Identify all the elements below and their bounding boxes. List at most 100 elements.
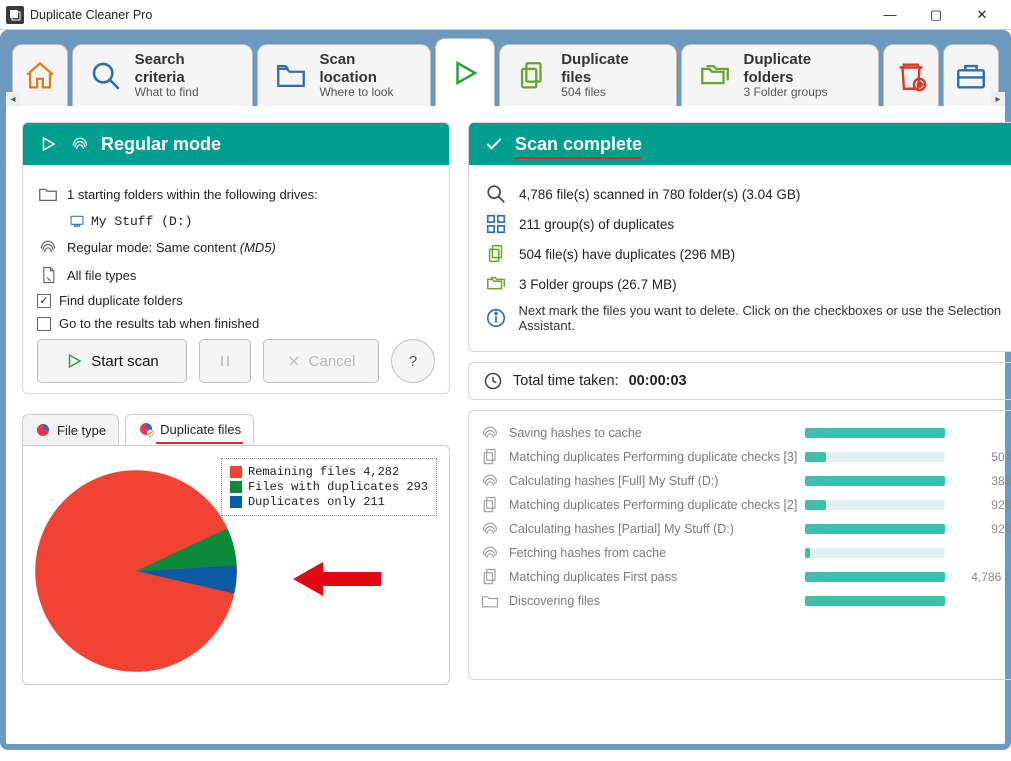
tab-label: Search criteria bbox=[135, 51, 238, 86]
files-icon bbox=[479, 447, 501, 467]
fingerprint-icon bbox=[479, 543, 501, 563]
folder-open-icon bbox=[37, 183, 59, 205]
fingerprint-icon bbox=[479, 519, 501, 539]
trash-icon bbox=[892, 57, 930, 95]
annotation-arrow bbox=[293, 554, 383, 604]
pie-icon bbox=[35, 422, 51, 438]
folders-icon bbox=[483, 273, 509, 295]
chart-legend: Remaining files 4,282 Files with duplica… bbox=[221, 458, 437, 516]
clock-icon bbox=[483, 371, 503, 391]
filetypes-text: All file types bbox=[67, 268, 136, 283]
progress-count: 4,786 / 4,786 bbox=[953, 570, 1011, 584]
fingerprint-icon bbox=[479, 423, 501, 443]
window-maximize-button[interactable]: ▢ bbox=[913, 0, 959, 30]
progress-bar bbox=[805, 524, 945, 534]
folders-icon bbox=[696, 57, 734, 95]
tab-home[interactable] bbox=[12, 44, 68, 106]
progress-label: Calculating hashes [Partial] My Stuff (D… bbox=[509, 522, 797, 536]
app-icon bbox=[6, 6, 24, 24]
progress-count: 928 / 928 bbox=[953, 522, 1011, 536]
progress-label: Matching duplicates Performing duplicate… bbox=[509, 450, 797, 464]
tab-label: Duplicate folders bbox=[744, 51, 864, 86]
cancel-button[interactable]: Cancel bbox=[263, 339, 379, 383]
magnifier-icon bbox=[483, 183, 509, 205]
file-icon bbox=[37, 265, 59, 285]
goto-results-label: Go to the results tab when finished bbox=[59, 316, 259, 331]
start-scan-button[interactable]: Start scan bbox=[37, 339, 187, 383]
progress-row: Fetching hashes from cache0 bbox=[479, 543, 1011, 563]
pie-chart bbox=[31, 466, 241, 676]
check-icon bbox=[483, 133, 505, 155]
progress-bar bbox=[805, 548, 945, 558]
mode-title: Regular mode bbox=[101, 134, 221, 155]
progress-bar bbox=[805, 596, 945, 606]
stat-groups: 211 group(s) of duplicates bbox=[519, 217, 674, 232]
tabstrip-left-arrow[interactable]: ◂ bbox=[6, 92, 20, 106]
drive-path: My Stuff (D:) bbox=[91, 214, 192, 229]
subtab-file-type[interactable]: File type bbox=[22, 414, 119, 445]
briefcase-icon bbox=[952, 57, 990, 95]
drive-icon bbox=[69, 213, 85, 229]
stat-dupfiles: 504 file(s) have duplicates (296 MB) bbox=[519, 247, 735, 262]
stat-hint: Next mark the files you want to delete. … bbox=[518, 303, 1011, 333]
window-minimize-button[interactable]: — bbox=[867, 0, 913, 30]
progress-row: Matching duplicates Performing duplicate… bbox=[479, 447, 1011, 467]
time-value: 00:00:03 bbox=[629, 373, 687, 389]
tab-sublabel: What to find bbox=[135, 86, 238, 100]
progress-row: Matching duplicates First pass 4,786 / 4,… bbox=[479, 567, 1011, 587]
tab-label: Scan location bbox=[319, 51, 416, 86]
tab-scan[interactable] bbox=[435, 38, 495, 106]
help-button[interactable]: ? bbox=[391, 339, 435, 383]
find-dup-folders-checkbox[interactable]: ✓ bbox=[37, 294, 51, 308]
progress-label: Matching duplicates First pass bbox=[509, 570, 797, 584]
grid-icon bbox=[483, 213, 509, 235]
tab-sublabel: 504 files bbox=[561, 86, 662, 100]
fingerprint-icon bbox=[69, 133, 91, 155]
progress-count: 928 / 928 bbox=[953, 498, 1011, 512]
progress-bar bbox=[805, 500, 945, 510]
tab-search-criteria[interactable]: Search criteria What to find bbox=[72, 44, 253, 106]
progress-bar bbox=[805, 572, 945, 582]
fingerprint-icon bbox=[37, 237, 59, 257]
find-dup-folders-label: Find duplicate folders bbox=[59, 293, 183, 308]
pause-button[interactable] bbox=[199, 339, 251, 383]
files-icon bbox=[479, 495, 501, 515]
main-tabbar: ◂ Search criteria What to find Scan loca… bbox=[6, 36, 1005, 106]
fingerprint-icon bbox=[479, 471, 501, 491]
info-icon bbox=[483, 307, 508, 329]
home-icon bbox=[21, 57, 59, 95]
scan-complete-panel: Scan complete 4,786 file(s) scanned in 7… bbox=[468, 122, 1011, 352]
progress-row: Matching duplicates Performing duplicate… bbox=[479, 495, 1011, 515]
mode-desc: Regular mode: Same content (MD5) bbox=[67, 240, 276, 255]
window-close-button[interactable]: ✕ bbox=[959, 0, 1005, 30]
tab-duplicate-files[interactable]: Duplicate files 504 files bbox=[499, 44, 677, 106]
mode-panel: Regular mode 1 starting folders within t… bbox=[22, 122, 450, 394]
progress-row: Saving hashes to cache928 bbox=[479, 423, 1011, 443]
tab-scan-location[interactable]: Scan location Where to look bbox=[257, 44, 431, 106]
progress-bar bbox=[805, 452, 945, 462]
folder-icon bbox=[272, 57, 310, 95]
tab-duplicate-folders[interactable]: Duplicate folders 3 Folder groups bbox=[681, 44, 879, 106]
progress-count: 928 bbox=[953, 426, 1011, 440]
progress-bar bbox=[805, 428, 945, 438]
play-icon bbox=[446, 54, 484, 92]
progress-row: Calculating hashes [Full] My Stuff (D:)3… bbox=[479, 471, 1011, 491]
tab-sublabel: 3 Folder groups bbox=[744, 86, 864, 100]
progress-bar bbox=[805, 476, 945, 486]
magnifier-icon bbox=[87, 57, 125, 95]
progress-count: 504 / 504 bbox=[953, 450, 1011, 464]
tab-delete[interactable] bbox=[883, 44, 939, 106]
stat-scanned: 4,786 file(s) scanned in 780 folder(s) (… bbox=[519, 187, 800, 202]
folder-icon bbox=[479, 591, 501, 611]
files-icon bbox=[514, 57, 552, 95]
subtab-duplicate-files[interactable]: Duplicate files bbox=[125, 414, 254, 445]
files-icon bbox=[479, 567, 501, 587]
goto-results-checkbox[interactable] bbox=[37, 317, 51, 331]
time-bar: Total time taken: 00:00:03 bbox=[468, 362, 1011, 400]
tabstrip-right-arrow[interactable]: ▸ bbox=[991, 92, 1005, 106]
tab-label: Duplicate files bbox=[561, 51, 662, 86]
app-title: Duplicate Cleaner Pro bbox=[30, 8, 867, 22]
tab-sublabel: Where to look bbox=[319, 86, 416, 100]
progress-count: 0 bbox=[953, 546, 1011, 560]
pie-chart-panel: Remaining files 4,282 Files with duplica… bbox=[22, 445, 450, 685]
